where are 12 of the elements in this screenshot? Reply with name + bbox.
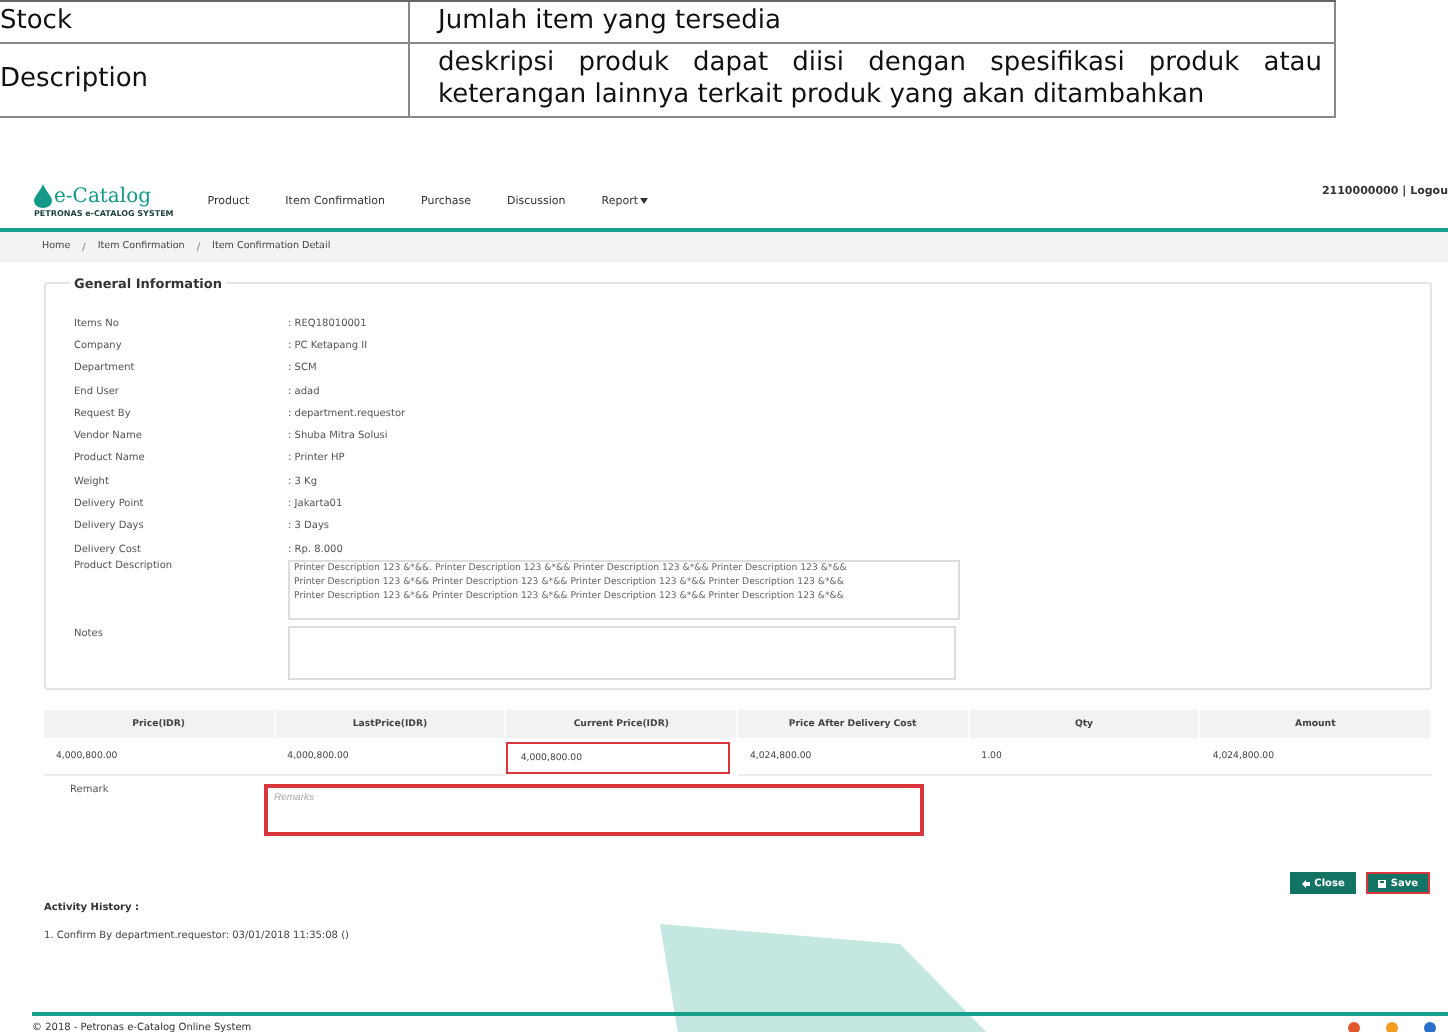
notes-field[interactable]: [288, 626, 956, 681]
table-cell-text: Stock: [0, 4, 74, 40]
browser-icon: [1424, 1022, 1436, 1032]
drop-logo-icon: [34, 184, 52, 208]
browser-icon: [1348, 1022, 1360, 1032]
table-cell: deskripsi produk dapat diisi dengan spesifikasi produk atau keterangan lainnya terkait produk yang akan ditambahkan: [408, 44, 1336, 116]
arrow-left-icon: [1302, 879, 1311, 888]
browser-icon: [1386, 1022, 1398, 1032]
logo-text: e-Catalog: [54, 185, 152, 207]
table-cell-text: Description: [0, 62, 151, 98]
table-cell: Jumlah item yang tersedia: [408, 2, 1336, 42]
floppy-disk-icon: [1378, 879, 1387, 888]
